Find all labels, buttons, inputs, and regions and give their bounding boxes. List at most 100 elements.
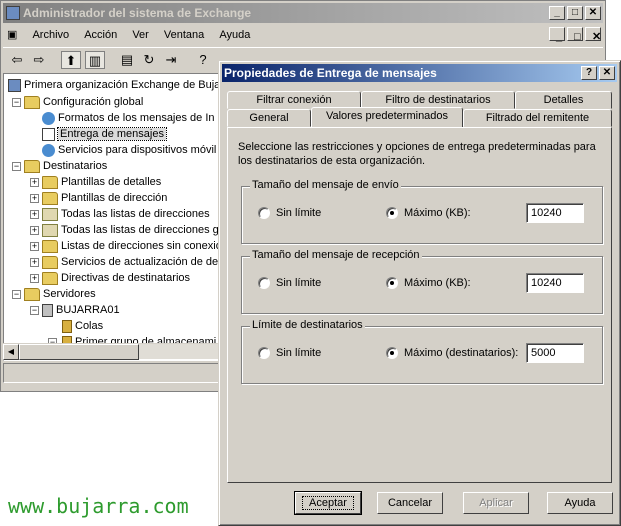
child-close-button[interactable]: ✕ xyxy=(585,27,601,43)
export-list-icon[interactable]: ⇥ xyxy=(161,51,181,69)
close-button[interactable]: ✕ xyxy=(585,6,601,20)
child-minimize-button[interactable]: _ xyxy=(549,27,565,43)
collapse-icon[interactable]: − xyxy=(30,306,39,315)
tree-item-root[interactable]: Primera organización Exchange de Bujar xyxy=(8,77,218,93)
tree-item-address-templates[interactable]: Plantillas de dirección xyxy=(42,190,167,206)
menu-accion[interactable]: Acción xyxy=(78,26,123,44)
ok-button-label: Aceptar xyxy=(302,496,354,510)
radio-send-unlimited[interactable] xyxy=(258,207,270,219)
tree-item-formats[interactable]: Formatos de los mensajes de In xyxy=(42,110,215,126)
tree-item-config[interactable]: Configuración global xyxy=(24,94,143,110)
apply-button[interactable]: Aplicar xyxy=(463,492,529,514)
globe-icon xyxy=(42,143,55,157)
tab-detalles[interactable]: Detalles xyxy=(515,91,612,109)
collapse-icon[interactable]: − xyxy=(12,290,21,299)
tree-item-recipients[interactable]: Destinatarios xyxy=(24,158,107,174)
delivery-icon xyxy=(42,127,55,141)
mmc-titlebar[interactable]: Administrador del sistema de Exchange _ … xyxy=(3,3,603,23)
refresh-icon[interactable]: ↻ xyxy=(139,51,159,69)
tree-horizontal-scrollbar[interactable]: ◀ xyxy=(3,343,219,360)
tab-general[interactable]: General xyxy=(227,109,311,127)
tree-item-all-lists[interactable]: Todas las listas de direcciones xyxy=(42,206,210,222)
minimize-button[interactable]: _ xyxy=(549,6,565,20)
help-icon[interactable]: ? xyxy=(193,51,213,69)
dialog-close-button[interactable]: ✕ xyxy=(599,66,615,80)
tab-valores-predeterminados[interactable]: Valores predeterminados xyxy=(311,107,463,127)
watermark: www.bujarra.com xyxy=(8,494,189,518)
group-recipient-limit: Límite de destinatarios Sin límite Máxim… xyxy=(241,319,603,384)
queue-icon xyxy=(62,319,72,333)
properties-dialog: Propiedades de Entrega de mensajes ? ✕ F… xyxy=(218,60,621,526)
tree-item-servers[interactable]: Servidores xyxy=(24,286,96,302)
menu-ayuda[interactable]: Ayuda xyxy=(213,26,256,44)
group-label: Tamaño del mensaje de recepción xyxy=(250,249,422,261)
expand-icon[interactable]: + xyxy=(30,226,39,235)
folder-icon xyxy=(42,271,58,285)
back-arrow-icon[interactable]: ⇦ xyxy=(7,51,27,69)
label-send-max: Máximo (KB): xyxy=(404,207,471,219)
up-folder-icon[interactable]: ⬆ xyxy=(61,51,81,69)
scroll-left-icon[interactable]: ◀ xyxy=(3,344,19,360)
tree-item-all-global-lists[interactable]: Todas las listas de direcciones gl xyxy=(42,222,218,238)
group-label: Tamaño del mensaje de envío xyxy=(250,179,401,191)
scroll-thumb[interactable] xyxy=(19,344,139,360)
tree-item-offline-lists[interactable]: Listas de direcciones sin conexió xyxy=(42,238,218,254)
menu-ver[interactable]: Ver xyxy=(126,26,155,44)
radio-recipients-unlimited[interactable] xyxy=(258,347,270,359)
expand-icon[interactable]: + xyxy=(30,242,39,251)
cancel-button[interactable]: Cancelar xyxy=(377,492,443,514)
label-receive-unlimited: Sin límite xyxy=(276,277,322,289)
tab-filtrado-remitente[interactable]: Filtrado del remitente xyxy=(463,109,612,127)
receive-max-input[interactable]: 10240 xyxy=(526,273,584,293)
dialog-titlebar[interactable]: Propiedades de Entrega de mensajes ? ✕ xyxy=(222,64,617,82)
label-recipients-unlimited: Sin límite xyxy=(276,347,322,359)
forward-arrow-icon[interactable]: ⇨ xyxy=(29,51,49,69)
send-max-input[interactable]: 10240 xyxy=(526,203,584,223)
tab-panel: Seleccione las restricciones y opciones … xyxy=(227,127,612,483)
globe-icon xyxy=(42,111,55,125)
address-book-icon xyxy=(42,207,58,221)
radio-recipients-max[interactable] xyxy=(386,347,398,359)
radio-send-max[interactable] xyxy=(386,207,398,219)
folder-icon xyxy=(42,191,58,205)
collapse-icon[interactable]: − xyxy=(12,162,21,171)
label-recipients-max: Máximo (destinatarios): xyxy=(404,347,519,359)
group-receive-size: Tamaño del mensaje de recepción Sin lími… xyxy=(241,249,603,314)
mmc-doc-icon[interactable]: ▣ xyxy=(3,25,23,44)
ok-button[interactable]: Aceptar xyxy=(294,491,362,515)
description-text: Seleccione las restricciones y opciones … xyxy=(238,141,596,167)
mmc-title: Administrador del sistema de Exchange xyxy=(23,6,252,20)
collapse-icon[interactable]: − xyxy=(12,98,21,107)
properties-icon[interactable]: ▤ xyxy=(117,51,137,69)
tree-item-server1[interactable]: BUJARRA01 xyxy=(42,302,120,318)
tree-item-details[interactable]: Plantillas de detalles xyxy=(42,174,161,190)
tree-item-delivery[interactable]: Entrega de mensajes xyxy=(42,126,167,142)
child-restore-button[interactable]: □ xyxy=(567,27,583,43)
expand-icon[interactable]: + xyxy=(30,194,39,203)
dialog-help-button[interactable]: ? xyxy=(581,66,597,80)
expand-icon[interactable]: + xyxy=(30,178,39,187)
menu-ventana[interactable]: Ventana xyxy=(158,26,210,44)
menu-bar: ▣ Archivo Acción Ver Ventana Ayuda _ □ ✕ xyxy=(3,25,603,45)
expand-icon[interactable]: + xyxy=(30,210,39,219)
server-icon xyxy=(42,303,53,317)
menu-archivo[interactable]: Archivo xyxy=(26,26,75,44)
expand-icon[interactable]: + xyxy=(30,274,39,283)
recipients-max-input[interactable]: 5000 xyxy=(526,343,584,363)
tree-item-mobile[interactable]: Servicios para dispositivos móvil xyxy=(42,142,216,158)
folder-icon xyxy=(42,255,58,269)
label-receive-max: Máximo (KB): xyxy=(404,277,471,289)
console-tree[interactable]: Primera organización Exchange de Bujar −… xyxy=(3,73,219,361)
expand-icon[interactable]: + xyxy=(30,258,39,267)
tree-item-policies[interactable]: Directivas de destinatarios xyxy=(42,270,190,286)
help-button[interactable]: Ayuda xyxy=(547,492,613,514)
show-tree-icon[interactable]: ▥ xyxy=(85,51,105,69)
tree-item-update-services[interactable]: Servicios de actualización de des xyxy=(42,254,218,270)
folder-icon xyxy=(24,95,40,109)
tree-item-queues[interactable]: Colas xyxy=(62,318,103,334)
exchange-app-icon xyxy=(6,6,20,20)
group-send-size: Tamaño del mensaje de envío Sin límite M… xyxy=(241,179,603,244)
radio-receive-max[interactable] xyxy=(386,277,398,289)
radio-receive-unlimited[interactable] xyxy=(258,277,270,289)
maximize-button[interactable]: □ xyxy=(567,6,583,20)
